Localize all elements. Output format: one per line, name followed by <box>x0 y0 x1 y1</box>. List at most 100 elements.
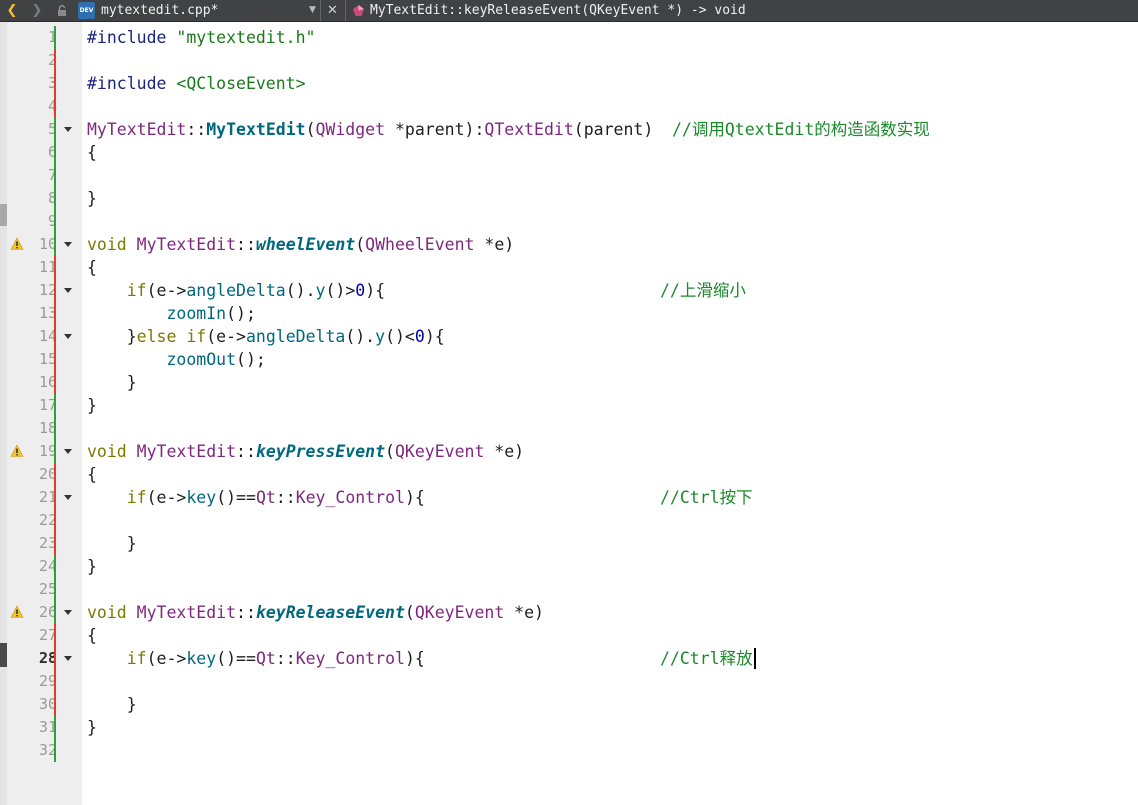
code-line[interactable]: } <box>87 394 97 417</box>
code-token: if <box>126 649 147 668</box>
code-token: } <box>87 373 137 392</box>
fold-arrow-icon[interactable] <box>64 127 72 132</box>
gutter-row[interactable]: 1 <box>7 26 82 49</box>
code-line[interactable]: if(e->key()==Qt::Key_Control){ <box>87 486 425 509</box>
fold-arrow-icon[interactable] <box>64 449 72 454</box>
lock-icon[interactable] <box>57 5 67 16</box>
gutter-row[interactable]: 25 <box>7 578 82 601</box>
code-token: Key_Control <box>295 488 405 507</box>
code-line[interactable]: { <box>87 256 97 279</box>
code-line[interactable]: if(e->key()==Qt::Key_Control){ <box>87 647 425 670</box>
change-marker <box>54 647 56 670</box>
gutter-row[interactable]: 30 <box>7 693 82 716</box>
code-token: angleDelta <box>186 281 286 300</box>
editor-left-edge <box>0 22 7 805</box>
open-file-name[interactable]: mytextedit.cpp* <box>101 0 218 21</box>
gutter-row[interactable]: 11 <box>7 256 82 279</box>
change-marker <box>54 578 56 601</box>
gutter-row[interactable]: 9 <box>7 210 82 233</box>
code-token: :: <box>236 235 256 254</box>
code-line[interactable]: void MyTextEdit::keyReleaseEvent(QKeyEve… <box>87 601 544 624</box>
code-line[interactable]: zoomIn(); <box>87 302 256 325</box>
code-line[interactable]: { <box>87 624 97 647</box>
gutter-row[interactable]: 13 <box>7 302 82 325</box>
code-token: *e) <box>484 442 525 461</box>
close-icon[interactable]: ✕ <box>327 0 338 21</box>
warning-icon[interactable] <box>10 444 24 458</box>
code-line[interactable]: } <box>87 532 137 555</box>
code-line[interactable]: { <box>87 141 97 164</box>
gutter-row[interactable]: 16 <box>7 371 82 394</box>
gutter-row[interactable]: 28 <box>7 647 82 670</box>
gutter-row[interactable]: 22 <box>7 509 82 532</box>
code-token: wheelEvent <box>255 235 356 254</box>
code-line[interactable]: void MyTextEdit::wheelEvent(QWheelEvent … <box>87 233 514 256</box>
code-line[interactable]: MyTextEdit::MyTextEdit(QWidget *parent):… <box>87 118 653 141</box>
code-token: ){ <box>365 281 386 300</box>
fold-arrow-icon[interactable] <box>64 495 72 500</box>
gutter-row[interactable]: 10 <box>7 233 82 256</box>
code-token: ()< <box>385 327 415 346</box>
code-line[interactable]: { <box>87 463 97 486</box>
gutter-row[interactable]: 14 <box>7 325 82 348</box>
code-token: key <box>186 649 217 668</box>
gutter-row[interactable]: 18 <box>7 417 82 440</box>
code-token: *e) <box>504 603 544 622</box>
code-token: :: <box>236 442 256 461</box>
code-token: else if <box>136 327 207 346</box>
code-line[interactable]: }else if(e->angleDelta().y()<0){ <box>87 325 445 348</box>
code-line[interactable]: } <box>87 371 137 394</box>
gutter-row[interactable]: 20 <box>7 463 82 486</box>
code-line[interactable]: #include "mytextedit.h" <box>87 26 315 49</box>
gutter-row[interactable]: 27 <box>7 624 82 647</box>
code-editor[interactable]: #include "mytextedit.h" #include <QCloseE… <box>82 22 1138 805</box>
code-line[interactable]: if(e->angleDelta().y()>0){ <box>87 279 385 302</box>
chevron-left-icon[interactable]: ❮ <box>4 0 20 21</box>
gutter-row[interactable]: 17 <box>7 394 82 417</box>
code-token: (e-> <box>206 327 246 346</box>
gutter-row[interactable]: 5 <box>7 118 82 141</box>
code-token: { <box>87 626 97 645</box>
gutter-row[interactable]: 19 <box>7 440 82 463</box>
method-symbol-icon <box>353 5 364 16</box>
code-line[interactable]: } <box>87 716 97 739</box>
gutter-row[interactable]: 32 <box>7 739 82 762</box>
gutter-row[interactable]: 15 <box>7 348 82 371</box>
code-token: (); <box>226 304 256 323</box>
code-line[interactable]: } <box>87 693 137 716</box>
line-number-gutter[interactable]: 1 2 3 4 5 6 7 8 9 10 11 12 13 14 15 16 17 18 19 20 21 22 23 24 2… <box>7 22 82 805</box>
dropdown-icon[interactable]: ▼ <box>309 0 316 21</box>
fold-arrow-icon[interactable] <box>64 610 72 615</box>
code-line[interactable]: #include <QCloseEvent> <box>87 72 306 95</box>
fold-arrow-icon[interactable] <box>64 242 72 247</box>
gutter-row[interactable]: 8 <box>7 187 82 210</box>
code-comment: //上滑缩小 <box>660 281 746 300</box>
warning-icon[interactable] <box>10 605 24 619</box>
code-token: key <box>186 488 217 507</box>
gutter-row[interactable]: 31 <box>7 716 82 739</box>
gutter-row[interactable]: 21 <box>7 486 82 509</box>
code-line[interactable]: } <box>87 187 97 210</box>
fold-arrow-icon[interactable] <box>64 656 72 661</box>
gutter-row[interactable]: 24 <box>7 555 82 578</box>
gutter-row[interactable]: 6 <box>7 141 82 164</box>
fold-arrow-icon[interactable] <box>64 288 72 293</box>
code-line[interactable]: } <box>87 555 97 578</box>
gutter-row[interactable]: 2 <box>7 49 82 72</box>
gutter-row[interactable]: 26 <box>7 601 82 624</box>
warning-icon[interactable] <box>10 237 24 251</box>
code-line[interactable]: zoomOut(); <box>87 348 265 371</box>
code-token: QTextEdit <box>484 120 574 139</box>
gutter-row[interactable]: 12 <box>7 279 82 302</box>
code-token: (). <box>345 327 376 346</box>
gutter-row[interactable]: 29 <box>7 670 82 693</box>
code-line[interactable]: void MyTextEdit::keyPressEvent(QKeyEvent… <box>87 440 524 463</box>
gutter-row[interactable]: 7 <box>7 164 82 187</box>
gutter-row[interactable]: 3 <box>7 72 82 95</box>
gutter-row[interactable]: 4 <box>7 95 82 118</box>
chevron-right-icon[interactable]: ❯ <box>29 0 45 21</box>
current-symbol-selector[interactable]: MyTextEdit::keyReleaseEvent(QKeyEvent *)… <box>370 0 746 21</box>
fold-arrow-icon[interactable] <box>64 334 72 339</box>
gutter-row[interactable]: 23 <box>7 532 82 555</box>
